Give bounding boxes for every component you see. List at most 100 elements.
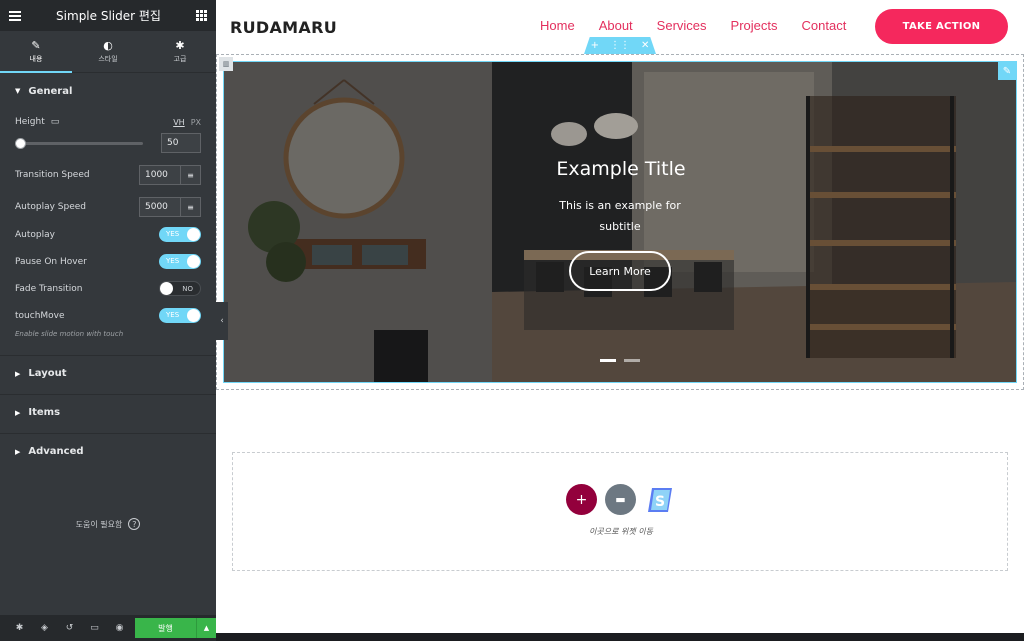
touchmove-hint: Enable slide motion with touch	[15, 330, 124, 338]
slider-dot-2[interactable]	[624, 359, 640, 362]
height-slider-row: 50	[15, 133, 201, 153]
touchmove-label: touchMove	[15, 310, 65, 321]
slider-thumb[interactable]	[15, 137, 26, 149]
delete-section-icon[interactable]: ✕	[641, 40, 649, 51]
nav-services[interactable]: Services	[657, 18, 707, 33]
tab-content[interactable]: ✎ 내용	[0, 31, 72, 73]
toggle-text: YES	[166, 230, 180, 238]
nav-projects[interactable]: Projects	[731, 18, 778, 33]
tab-advanced-label: 고급	[173, 54, 187, 63]
tab-style[interactable]: ◐ 스타일	[72, 31, 144, 72]
tab-style-label: 스타일	[98, 54, 118, 63]
unit-px[interactable]: PX	[191, 118, 201, 127]
fade-transition-label: Fade Transition	[15, 283, 83, 294]
autoplay-speed-control: Autoplay Speed 5000 ≡	[15, 197, 201, 217]
column-handle-icon[interactable]: ▥	[219, 57, 233, 71]
height-slider[interactable]	[15, 137, 143, 149]
help-link[interactable]: 도움이 필요함 ?	[0, 518, 216, 530]
tab-content-label: 내용	[29, 54, 43, 63]
caret-right-icon: ▶	[15, 408, 21, 417]
panel-footer: ✱ ◈ ↺ ▭ ◉ 발행 ▲	[0, 615, 216, 641]
tab-advanced[interactable]: ✱ 고급	[144, 31, 216, 72]
nav-contact[interactable]: Contact	[802, 18, 847, 33]
history-icon[interactable]: ↺	[57, 623, 82, 633]
height-input[interactable]: 50	[161, 133, 201, 153]
database-icon[interactable]: ≡	[181, 197, 201, 217]
transition-speed-label: Transition Speed	[15, 170, 90, 180]
transition-speed-control: Transition Speed 1000 ≡	[15, 165, 201, 185]
contrast-icon: ◐	[103, 38, 113, 52]
toggle-text: NO	[182, 285, 193, 293]
panel-tabs: ✎ 내용 ◐ 스타일 ✱ 고급	[0, 31, 216, 73]
drop-zone-actions: + ▬ S	[566, 484, 675, 515]
collapse-panel-button[interactable]: ‹	[216, 302, 228, 340]
unit-vh[interactable]: VH	[173, 118, 185, 127]
add-new-section-icon[interactable]: +	[566, 484, 597, 515]
pencil-icon: ✎	[31, 38, 41, 52]
learn-more-button[interactable]: Learn More	[569, 251, 671, 291]
unit-switcher: VH PX	[173, 118, 201, 127]
nav-home[interactable]: Home	[540, 18, 575, 33]
template-library-folder-icon[interactable]: ▬	[605, 484, 636, 515]
simple-slider[interactable]: ✎ Example Title This is an example for s…	[223, 61, 1017, 383]
responsive-icon[interactable]: ▭	[82, 623, 107, 633]
desktop-icon[interactable]: ▭	[51, 117, 60, 127]
caret-down-icon: ▼	[15, 87, 21, 95]
section-items-title: Items	[28, 407, 61, 418]
panel-title: Simple Slider 편집	[56, 9, 161, 23]
publish-button[interactable]: 발행	[135, 618, 196, 638]
caret-right-icon: ▶	[15, 447, 21, 456]
slider-dot-1[interactable]	[600, 359, 616, 362]
slider-pagination	[600, 359, 640, 362]
autoplay-speed-input[interactable]: 5000	[139, 197, 181, 217]
fade-transition-control: Fade Transition NO	[15, 281, 201, 296]
section-general-header[interactable]: ▼ General	[0, 73, 216, 109]
toggle-text: YES	[166, 257, 180, 265]
touchmove-toggle[interactable]: YES	[159, 308, 201, 323]
panel-header: Simple Slider 편집	[0, 0, 216, 31]
bottom-strip	[216, 633, 1024, 641]
plugin-s-logo-icon[interactable]: S	[644, 484, 675, 515]
slide-subtitle: This is an example for subtitle	[559, 199, 681, 233]
section-layout-header[interactable]: ▶ Layout	[0, 355, 216, 391]
pause-on-hover-control: Pause On Hover YES	[15, 254, 201, 269]
drag-handle-icon[interactable]: ⋮⋮	[610, 40, 630, 51]
gear-icon: ✱	[175, 38, 185, 52]
settings-icon[interactable]: ✱	[7, 623, 32, 633]
autoplay-label: Autoplay	[15, 229, 55, 240]
section-advanced-header[interactable]: ▶ Advanced	[0, 433, 216, 469]
touchmove-control: touchMove YES	[15, 308, 201, 323]
transition-speed-input[interactable]: 1000	[139, 165, 181, 185]
take-action-button[interactable]: TAKE ACTION	[875, 9, 1008, 44]
section-general-title: General	[28, 85, 73, 97]
section-toolbar: + ⋮⋮ ✕	[584, 37, 656, 54]
question-icon: ?	[128, 518, 141, 530]
section-items-header[interactable]: ▶ Items	[0, 394, 216, 430]
height-control: Height ▭ VH PX	[15, 117, 201, 127]
preview-eye-icon[interactable]: ◉	[107, 623, 132, 633]
add-section-icon[interactable]: +	[591, 40, 599, 51]
help-label: 도움이 필요함	[75, 519, 123, 529]
section-advanced-title: Advanced	[28, 446, 84, 457]
toggle-text: YES	[166, 311, 180, 319]
database-icon[interactable]: ≡	[181, 165, 201, 185]
drop-zone-text: 이곳으로 위젯 이동	[589, 527, 653, 536]
widget-drop-zone[interactable]: + ▬ S 이곳으로 위젯 이동	[232, 452, 1008, 571]
widgets-grid-icon[interactable]	[196, 10, 207, 21]
slide-title: Example Title	[556, 158, 686, 180]
fade-transition-toggle[interactable]: NO	[159, 281, 201, 296]
page-preview: RUDAMARU Home About Services Projects Co…	[216, 0, 1024, 633]
site-logo[interactable]: RUDAMARU	[230, 18, 337, 37]
pause-on-hover-toggle[interactable]: YES	[159, 254, 201, 269]
autoplay-toggle[interactable]: YES	[159, 227, 201, 242]
layers-icon[interactable]: ◈	[32, 623, 57, 633]
nav-about[interactable]: About	[599, 18, 633, 33]
edit-widget-pencil-icon[interactable]: ✎	[998, 62, 1016, 80]
menu-icon[interactable]	[9, 10, 21, 21]
publish-options-caret-icon[interactable]: ▲	[196, 618, 216, 638]
caret-right-icon: ▶	[15, 369, 21, 378]
svg-text:S: S	[654, 494, 664, 510]
autoplay-speed-label: Autoplay Speed	[15, 202, 87, 212]
section-layout-title: Layout	[28, 368, 67, 379]
editor-panel: Simple Slider 편집 ✎ 내용 ◐ 스타일 ✱ 고급 ▼ Gener…	[0, 0, 216, 641]
